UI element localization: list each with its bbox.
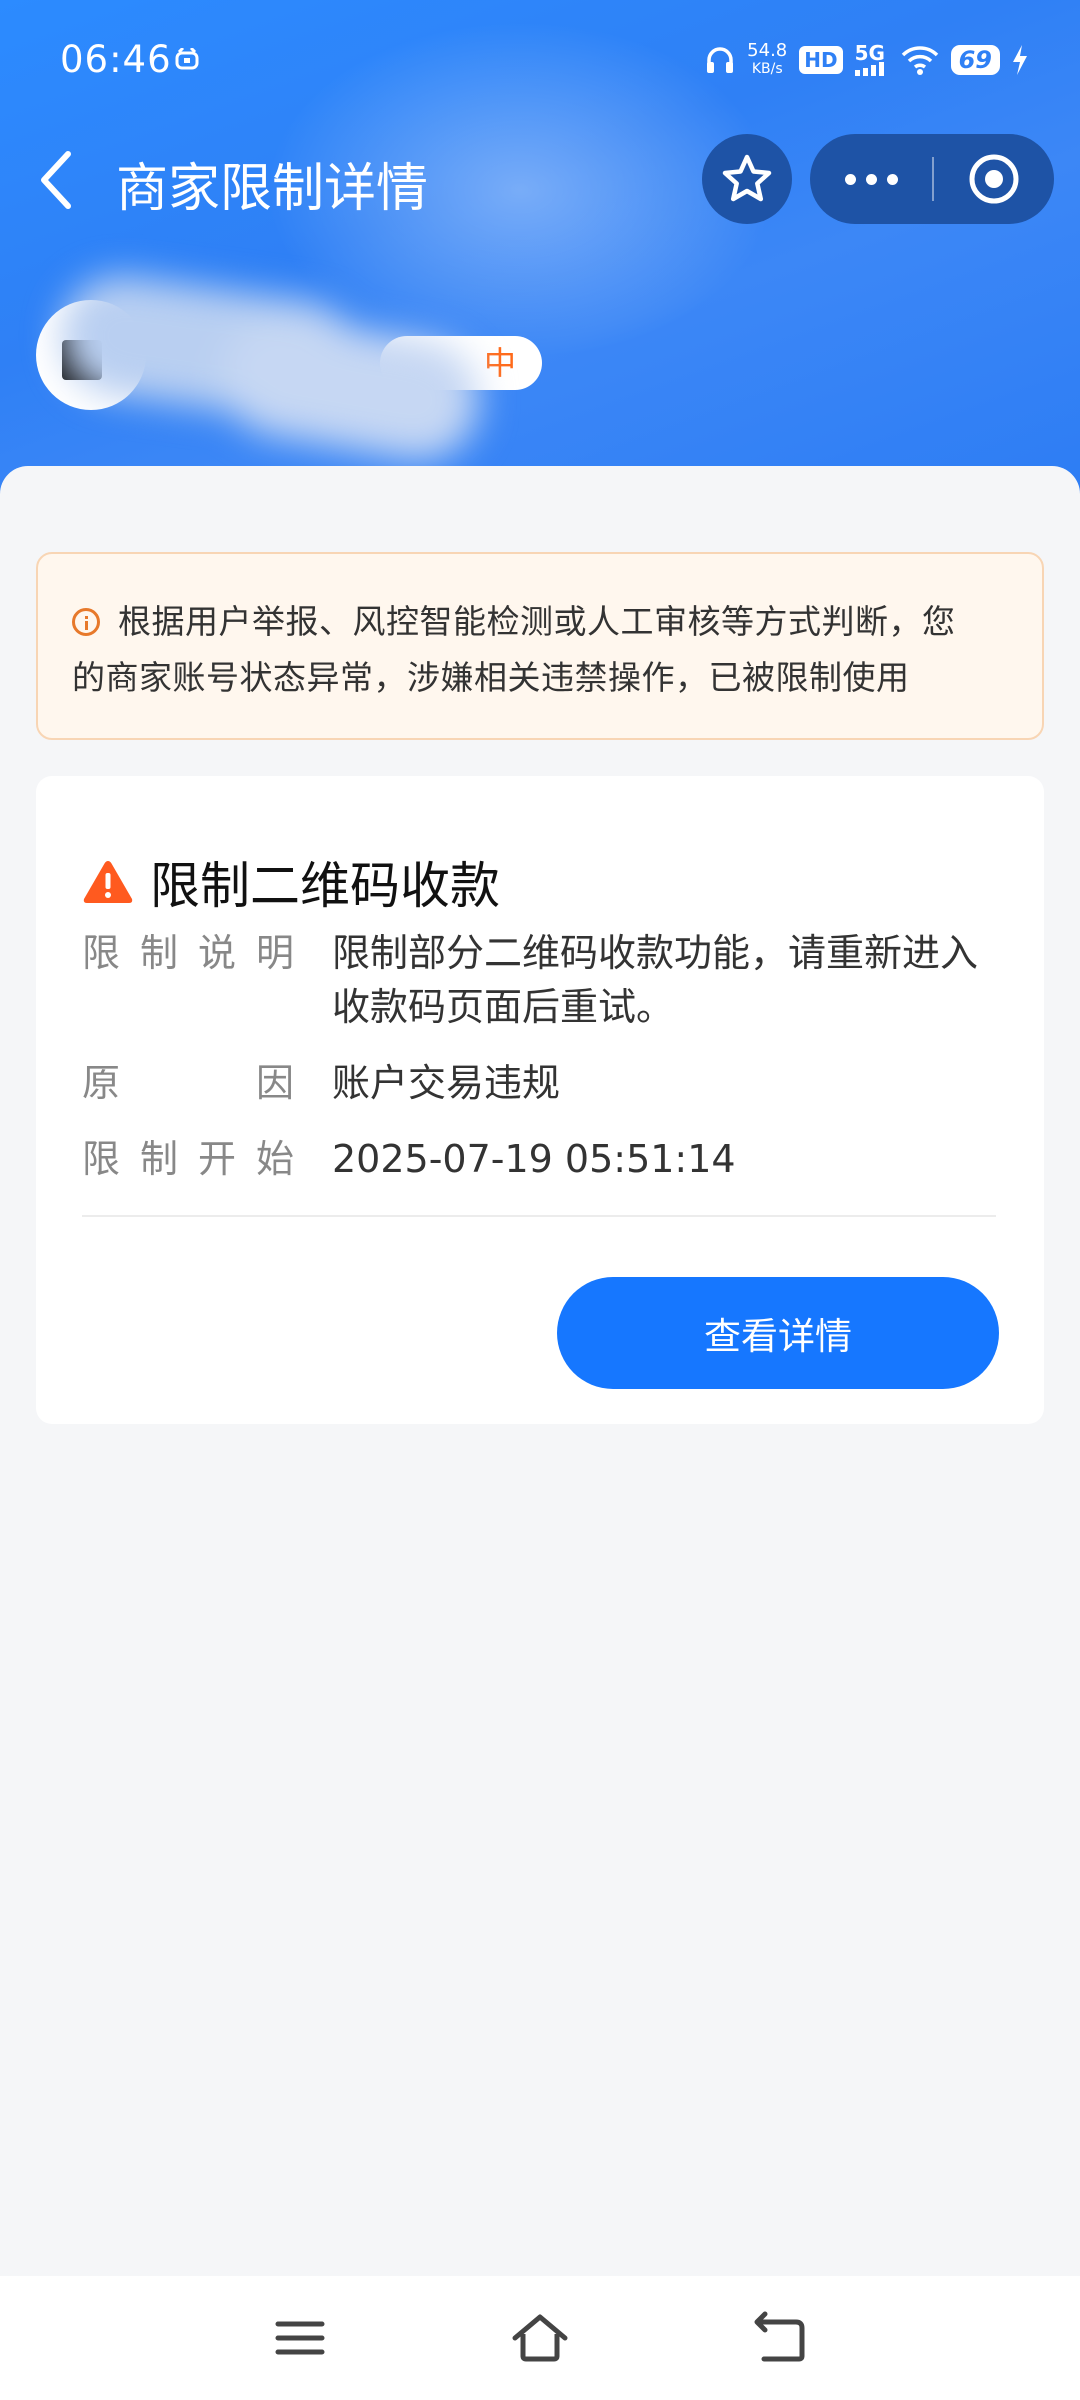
- label-char: 制: [139, 1137, 178, 1181]
- label-char: 开: [197, 1137, 236, 1181]
- info-icon: [72, 608, 100, 636]
- label-char: 限: [82, 1137, 121, 1181]
- label-char: 原: [82, 1061, 121, 1105]
- detail-value: 2025-07-19 05:51:14: [332, 1137, 736, 1181]
- alarm-icon: [175, 48, 199, 70]
- menu-icon[interactable]: [270, 2310, 330, 2366]
- notice-text: 根据用户举报、风控智能检测或人工审核等方式判断，您的商家账号状态异常，涉嫌相关违…: [72, 602, 956, 697]
- battery-level: 69: [950, 45, 1000, 75]
- detail-label: 限 制 开 始: [82, 1132, 332, 1186]
- merchant-name-redacted: [40, 267, 510, 470]
- card-divider: [82, 1215, 996, 1217]
- detail-label: 原 因: [82, 1056, 332, 1110]
- wifi-icon: [901, 46, 938, 75]
- page-title: 商家限制详情: [116, 159, 429, 219]
- detail-row-start-time: 限 制 开 始 2025-07-19 05:51:14: [82, 1132, 996, 1186]
- status-bar: 06:46 54.8 KB/s HD 5G 69: [0, 0, 1080, 120]
- label-char: 明: [255, 931, 294, 975]
- view-details-button[interactable]: 查看详情: [557, 1277, 999, 1389]
- more-dot: [865, 173, 877, 185]
- charging-icon: [1013, 45, 1027, 75]
- label-char: 说: [197, 931, 236, 975]
- detail-value: 账户交易违规: [332, 1061, 561, 1105]
- more-dot: [886, 173, 898, 185]
- star-icon: [722, 154, 772, 202]
- more-dots-icon: [844, 173, 856, 185]
- restriction-card: 限制二维码收款 限 制 说 明 限制部分二维码收款功能，请重新进入收款码页面后重…: [36, 776, 1044, 1424]
- label-chars: 限 制 开 始: [82, 1132, 294, 1186]
- notice-text-container: 根据用户举报、风控智能检测或人工审核等方式判断，您的商家账号状态异常，涉嫌相关违…: [72, 594, 986, 706]
- redaction-blob: [211, 306, 489, 470]
- label-chars: 限 制 说 明: [82, 926, 294, 980]
- label-char: 始: [255, 1137, 294, 1181]
- home-icon[interactable]: [510, 2310, 570, 2366]
- restriction-details: 限 制 说 明 限制部分二维码收款功能，请重新进入收款码页面后重试。 原 因 账…: [82, 926, 996, 1186]
- signal-bars-icon: [854, 62, 884, 76]
- detail-label: 限 制 说 明: [82, 926, 332, 1034]
- restriction-title: 限制二维码收款: [150, 857, 500, 915]
- detail-row-reason: 原 因 账户交易违规: [82, 1056, 996, 1110]
- label-char: 限: [82, 931, 121, 975]
- more-button[interactable]: [810, 134, 932, 224]
- network-type: 5G: [854, 41, 885, 65]
- close-miniprogram-button[interactable]: [934, 134, 1054, 224]
- miniprogram-capsule: [810, 134, 1054, 224]
- signal-indicator: 5G: [854, 41, 889, 76]
- label-char: 因: [255, 1061, 294, 1105]
- restriction-header: 限制二维码收款: [82, 846, 500, 918]
- label-chars: 原 因: [82, 1056, 294, 1110]
- system-nav-bar: [0, 2276, 1080, 2400]
- network-speed: 54.8 KB/s: [747, 42, 787, 78]
- label-char: 制: [139, 931, 178, 975]
- warning-icon: [83, 861, 133, 903]
- status-icons: 54.8 KB/s HD 5G 69: [705, 40, 1028, 80]
- headphones-icon: [707, 47, 734, 73]
- status-time: 06:46: [60, 38, 172, 81]
- back-arrow-icon[interactable]: [36, 148, 76, 212]
- hd-badge: HD: [799, 46, 843, 74]
- network-speed-value: 54.8: [747, 40, 788, 61]
- detail-row-description: 限 制 说 明 限制部分二维码收款功能，请重新进入收款码页面后重试。: [82, 926, 996, 1034]
- network-speed-unit: KB/s: [751, 61, 783, 77]
- target-icon: [969, 154, 1019, 204]
- favorite-button[interactable]: [702, 134, 792, 224]
- back-icon[interactable]: [750, 2310, 810, 2366]
- detail-value: 限制部分二维码收款功能，请重新进入收款码页面后重试。: [332, 931, 979, 1029]
- notice-banner: 根据用户举报、风控智能检测或人工审核等方式判断，您的商家账号状态异常，涉嫌相关违…: [36, 552, 1044, 740]
